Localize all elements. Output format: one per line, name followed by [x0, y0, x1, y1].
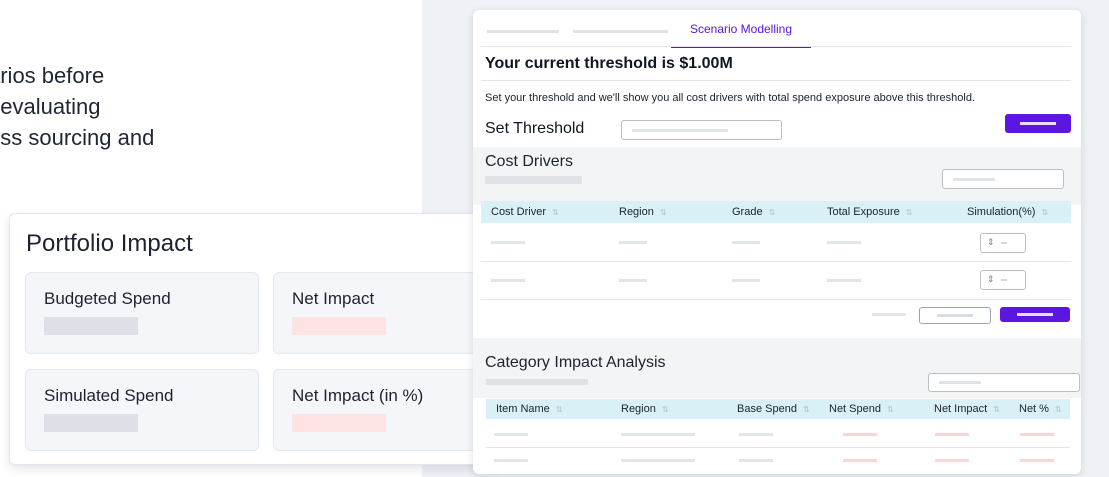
cost-drivers-search-placeholder — [953, 177, 995, 181]
net-impact-percent-label: Net Impact (in %) — [292, 386, 424, 405]
cost-drivers-table-header: Cost Driver ⇅ Region ⇅ Grade ⇅ Total Exposu… — [481, 201, 1071, 223]
cancel-button-placeholder — [937, 314, 973, 317]
tab-placeholder-2[interactable] — [573, 30, 668, 33]
simulated-spend-label: Simulated Spend — [44, 386, 174, 405]
stepper-icon: ⇕ — [987, 274, 995, 284]
cell-placeholder — [935, 459, 969, 462]
col-simulation[interactable]: Simulation(%) ⇅ — [967, 206, 1048, 218]
simulated-spend-value-placeholder — [44, 414, 138, 432]
set-threshold-label: Set Threshold — [485, 120, 585, 137]
table-row — [486, 448, 1070, 472]
budgeted-spend-card: Budgeted Spend — [25, 272, 259, 354]
col-net-impact[interactable]: Net Impact ⇅ — [934, 403, 1000, 415]
category-subtitle-placeholder — [486, 379, 588, 385]
set-threshold-button[interactable] — [1005, 114, 1071, 133]
portfolio-impact-card: Portfolio Impact Budgeted Spend Net Impa… — [9, 213, 501, 465]
intro-line-3: oss sourcing and — [0, 125, 155, 150]
tab-scenario-modelling[interactable]: Scenario Modelling — [671, 22, 811, 48]
threshold-description: Set your threshold and we'll show you al… — [485, 92, 976, 104]
cell-placeholder — [935, 433, 969, 436]
cell-placeholder — [494, 459, 528, 462]
set-threshold-button-placeholder — [1020, 122, 1056, 125]
net-impact-label: Net Impact — [292, 289, 375, 308]
intro-line-2: , evaluating — [0, 94, 101, 119]
intro-text: arios before , evaluating oss sourcing a… — [0, 60, 288, 153]
cell-placeholder — [739, 433, 773, 436]
cell-placeholder — [621, 459, 695, 462]
cell-placeholder — [827, 279, 861, 282]
portfolio-title: Portfolio Impact — [26, 230, 193, 257]
col-cost-driver[interactable]: Cost Driver ⇅ — [491, 206, 559, 218]
cell-placeholder — [843, 433, 877, 436]
cell-placeholder — [732, 241, 760, 244]
title-divider — [481, 80, 1071, 81]
net-impact-percent-card: Net Impact (in %) — [273, 369, 500, 451]
stepper-value-placeholder — [1001, 279, 1007, 281]
budgeted-spend-value-placeholder — [44, 317, 138, 335]
apply-button-placeholder — [1017, 313, 1053, 316]
budgeted-spend-label: Budgeted Spend — [44, 289, 171, 308]
table-row: ⇕ — [481, 223, 1071, 261]
cell-placeholder — [827, 241, 861, 244]
row-divider — [481, 299, 1071, 300]
threshold-input[interactable] — [621, 120, 782, 140]
tab-bar: Scenario Modelling — [473, 10, 1081, 48]
category-search-placeholder — [939, 381, 981, 384]
cell-placeholder — [732, 279, 760, 282]
simulation-stepper[interactable]: ⇕ — [980, 270, 1026, 290]
tab-divider — [481, 46, 1071, 47]
category-title: Category Impact Analysis — [485, 354, 666, 371]
col-region[interactable]: Region ⇅ — [619, 206, 667, 218]
table-row — [486, 420, 1070, 446]
cost-drivers-title: Cost Drivers — [485, 153, 574, 170]
cost-drivers-subtitle-placeholder — [485, 176, 582, 184]
col-region[interactable]: Region ⇅ — [621, 403, 669, 415]
cancel-button[interactable] — [919, 307, 991, 324]
col-net-spend[interactable]: Net Spend ⇅ — [829, 403, 894, 415]
apply-button[interactable] — [1000, 307, 1070, 322]
col-net-percent[interactable]: Net % ⇅ — [1019, 403, 1062, 415]
col-item-name[interactable]: Item Name ⇅ — [496, 403, 563, 415]
table-row: ⇕ — [481, 262, 1071, 300]
pagination-placeholder — [872, 313, 906, 316]
cell-placeholder — [494, 433, 528, 436]
simulated-spend-card: Simulated Spend — [25, 369, 259, 451]
category-table-header: Item Name ⇅ Region ⇅ Base Spend ⇅ Net Spend… — [486, 399, 1070, 419]
cell-placeholder — [843, 459, 877, 462]
cell-placeholder — [1020, 459, 1054, 462]
threshold-input-placeholder — [632, 128, 728, 132]
cell-placeholder — [491, 279, 525, 282]
cell-placeholder — [621, 433, 695, 436]
cost-drivers-search-input[interactable] — [942, 169, 1064, 189]
cell-placeholder — [619, 241, 647, 244]
tab-placeholder-1[interactable] — [487, 30, 559, 33]
stepper-icon: ⇕ — [987, 237, 995, 247]
cell-placeholder — [619, 279, 647, 282]
stepper-value-placeholder — [1001, 242, 1007, 244]
net-impact-percent-value-placeholder — [292, 414, 386, 432]
category-search-input[interactable] — [928, 373, 1080, 392]
col-base-spend[interactable]: Base Spend ⇅ — [737, 403, 810, 415]
simulation-stepper[interactable]: ⇕ — [980, 233, 1026, 253]
cell-placeholder — [739, 459, 773, 462]
col-total-exposure[interactable]: Total Exposure ⇅ — [827, 206, 912, 218]
col-grade[interactable]: Grade ⇅ — [732, 206, 775, 218]
intro-line-1: arios before — [0, 63, 105, 88]
cell-placeholder — [491, 241, 525, 244]
cell-placeholder — [1020, 433, 1054, 436]
scenario-panel: Scenario Modelling Your current threshol… — [473, 10, 1081, 474]
net-impact-card: Net Impact — [273, 272, 500, 354]
threshold-title: Your current threshold is $1.00M — [485, 55, 733, 72]
net-impact-value-placeholder — [292, 317, 386, 335]
